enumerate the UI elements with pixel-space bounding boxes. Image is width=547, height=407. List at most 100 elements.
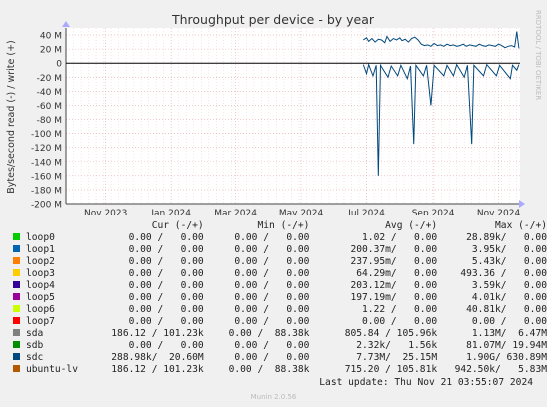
legend-cur-value: 0.00 / 0.00 bbox=[128, 280, 204, 291]
legend-min-value: 0.00 / 88.38k bbox=[228, 328, 310, 339]
legend-avg-value: 7.73M/ 25.15M bbox=[356, 352, 438, 363]
legend-header-min: Min (-/+) bbox=[257, 220, 310, 231]
legend-swatch bbox=[13, 257, 20, 264]
legend-row: loop7 0.00 / 0.00 0.00 / 0.00 0.00 / 0.00 0.… bbox=[10, 316, 547, 328]
legend-swatch bbox=[13, 317, 20, 324]
munin-footer: Munin 2.0.56 bbox=[250, 393, 297, 401]
legend-max-value: 3.59k/ 0.00 bbox=[471, 280, 547, 291]
legend-header: Cur (-/+) Min (-/+) Avg (-/+) Max (-/+) bbox=[10, 220, 547, 232]
legend-series-name: loop7 bbox=[26, 316, 55, 327]
legend-avg-value: 2.32k/ 1.56k bbox=[356, 340, 438, 351]
legend-min-value: 0.00 / 0.00 bbox=[234, 232, 310, 243]
legend-swatch bbox=[13, 305, 20, 312]
legend-min-value: 0.00 / 0.00 bbox=[234, 340, 310, 351]
legend-cur-value: 0.00 / 0.00 bbox=[128, 256, 204, 267]
x-ticks: Nov 2023 Jan 2024 Mar 2024 May 2024 Jul 2024… bbox=[84, 209, 520, 215]
legend-min-value: 0.00 / 0.00 bbox=[234, 244, 310, 255]
legend-row: loop1 0.00 / 0.00 0.00 / 0.00 200.37m/ 0.00… bbox=[10, 244, 547, 256]
x-tick-label: Sep 2024 bbox=[412, 209, 455, 215]
legend-min-value: 0.00 / 88.38k bbox=[228, 364, 310, 375]
x-tick-label: Jul 2024 bbox=[347, 209, 385, 215]
legend-series-name: loop0 bbox=[26, 232, 55, 243]
legend-cur-value: 0.00 / 0.00 bbox=[128, 292, 204, 303]
legend-avg-value: 1.02 / 0.00 bbox=[362, 232, 438, 243]
legend-row: loop2 0.00 / 0.00 0.00 / 0.00 237.95m/ 0.00… bbox=[10, 256, 547, 268]
y-tick-label: 40 M bbox=[40, 32, 62, 42]
chart-title: Throughput per device - by year bbox=[171, 12, 375, 27]
legend-series-name: ubuntu-lv bbox=[26, 364, 78, 375]
legend-row: loop0 0.00 / 0.00 0.00 / 0.00 1.02 / 0.00 28… bbox=[10, 232, 547, 244]
legend-header-cur: Cur (-/+) bbox=[151, 220, 204, 231]
y-tick-label: -160 M bbox=[31, 172, 62, 182]
legend-avg-value: 805.84 / 105.96k bbox=[344, 328, 438, 339]
legend-avg-value: 237.95m/ 0.00 bbox=[350, 256, 438, 267]
x-tick-label: Nov 2024 bbox=[477, 209, 521, 215]
y-tick-label: -140 M bbox=[31, 158, 62, 168]
legend-swatch bbox=[13, 353, 20, 360]
x-tick-label: Mar 2024 bbox=[214, 209, 257, 215]
y-ticks: 40 M 20 M 0 -20 M -40 M -60 M -80 M -100 M -120 … bbox=[31, 32, 62, 211]
legend-row: loop5 0.00 / 0.00 0.00 / 0.00 197.19m/ 0.00… bbox=[10, 292, 547, 304]
legend-swatch bbox=[13, 365, 20, 372]
legend-cur-value: 0.00 / 0.00 bbox=[128, 304, 204, 315]
legend-row: loop6 0.00 / 0.00 0.00 / 0.00 1.22 / 0.00 40… bbox=[10, 304, 547, 316]
legend-row: loop4 0.00 / 0.00 0.00 / 0.00 203.12m/ 0.00… bbox=[10, 280, 547, 292]
y-tick-label: -100 M bbox=[31, 130, 62, 140]
legend-avg-value: 0.00 / 0.00 bbox=[362, 316, 438, 327]
legend-min-value: 0.00 / 0.00 bbox=[234, 280, 310, 291]
legend-row: ubuntu-lv 186.12 / 101.23k 0.00 / 88.38k 71… bbox=[10, 364, 547, 376]
legend-min-value: 0.00 / 0.00 bbox=[234, 268, 310, 279]
legend-max-value: 0.00 / 0.00 bbox=[471, 316, 547, 327]
y-tick-label: -200 M bbox=[31, 201, 62, 211]
legend-avg-value: 64.29m/ 0.00 bbox=[356, 268, 438, 279]
y-tick-label: -80 M bbox=[37, 116, 62, 126]
legend-max-value: 5.43k/ 0.00 bbox=[471, 256, 547, 267]
legend-table: Cur (-/+) Min (-/+) Avg (-/+) Max (-/+) … bbox=[10, 220, 547, 376]
legend-min-value: 0.00 / 0.00 bbox=[234, 292, 310, 303]
legend-row: sdb 0.00 / 0.00 0.00 / 0.00 2.32k/ 1.56k 81.… bbox=[10, 340, 547, 352]
y-tick-label: -180 M bbox=[31, 186, 62, 196]
legend-series-name: sdc bbox=[26, 352, 44, 363]
legend-series-name: loop2 bbox=[26, 256, 55, 267]
legend-series-name: loop4 bbox=[26, 280, 55, 291]
legend-series-name: sdb bbox=[26, 340, 44, 351]
x-tick-label: May 2024 bbox=[279, 209, 324, 215]
legend-series-name: loop3 bbox=[26, 268, 55, 279]
legend-row: sda 186.12 / 101.23k 0.00 / 88.38k 805.84 /… bbox=[10, 328, 547, 340]
legend-max-value: 1.13M/ 6.47M bbox=[471, 328, 547, 339]
y-tick-label: -40 M bbox=[37, 88, 62, 98]
legend-swatch bbox=[13, 245, 20, 252]
legend-avg-value: 715.20 / 105.81k bbox=[344, 364, 438, 375]
legend-swatch bbox=[13, 341, 20, 348]
legend-series-name: loop6 bbox=[26, 304, 55, 315]
legend-max-value: 942.50k/ 5.83M bbox=[454, 364, 547, 375]
legend-header-avg: Avg (-/+) bbox=[385, 220, 438, 231]
rrdtool-watermark: RRDTOOL / TOBI OETIKER bbox=[534, 10, 542, 100]
legend-swatch bbox=[13, 293, 20, 300]
y-axis-label: Bytes/second read (-) / write (+) bbox=[6, 40, 17, 194]
legend-series-name: sda bbox=[26, 328, 44, 339]
x-tick-label: Nov 2023 bbox=[84, 209, 127, 215]
x-tick-label: Jan 2024 bbox=[150, 209, 191, 215]
legend-cur-value: 186.12 / 101.23k bbox=[111, 328, 204, 339]
y-tick-label: 20 M bbox=[40, 46, 62, 56]
legend-max-value: 40.81k/ 0.00 bbox=[466, 304, 547, 315]
legend-cur-value: 0.00 / 0.00 bbox=[128, 232, 204, 243]
legend-swatch bbox=[13, 281, 20, 288]
legend-min-value: 0.00 / 0.00 bbox=[234, 256, 310, 267]
legend-avg-value: 200.37m/ 0.00 bbox=[350, 244, 438, 255]
legend-min-value: 0.00 / 0.00 bbox=[234, 316, 310, 327]
legend-cur-value: 0.00 / 0.00 bbox=[128, 340, 204, 351]
plot-background bbox=[66, 28, 520, 204]
legend-row: sdc 288.98k/ 20.60M 0.00 / 0.00 7.73M/ 25.1… bbox=[10, 352, 547, 364]
legend-header-max: Max (-/+) bbox=[495, 220, 547, 231]
y-tick-label: -20 M bbox=[37, 74, 62, 84]
y-axis-arrow-icon bbox=[62, 21, 70, 27]
legend-series-name: loop1 bbox=[26, 244, 55, 255]
legend-max-value: 28.89k/ 0.00 bbox=[466, 232, 547, 243]
legend-cur-value: 0.00 / 0.00 bbox=[128, 244, 204, 255]
legend-swatch bbox=[13, 233, 20, 240]
legend-min-value: 0.00 / 0.00 bbox=[234, 304, 310, 315]
munin-graph: Throughput per device - by year Bytes/se… bbox=[0, 0, 547, 407]
legend-max-value: 4.01k/ 0.00 bbox=[471, 292, 547, 303]
